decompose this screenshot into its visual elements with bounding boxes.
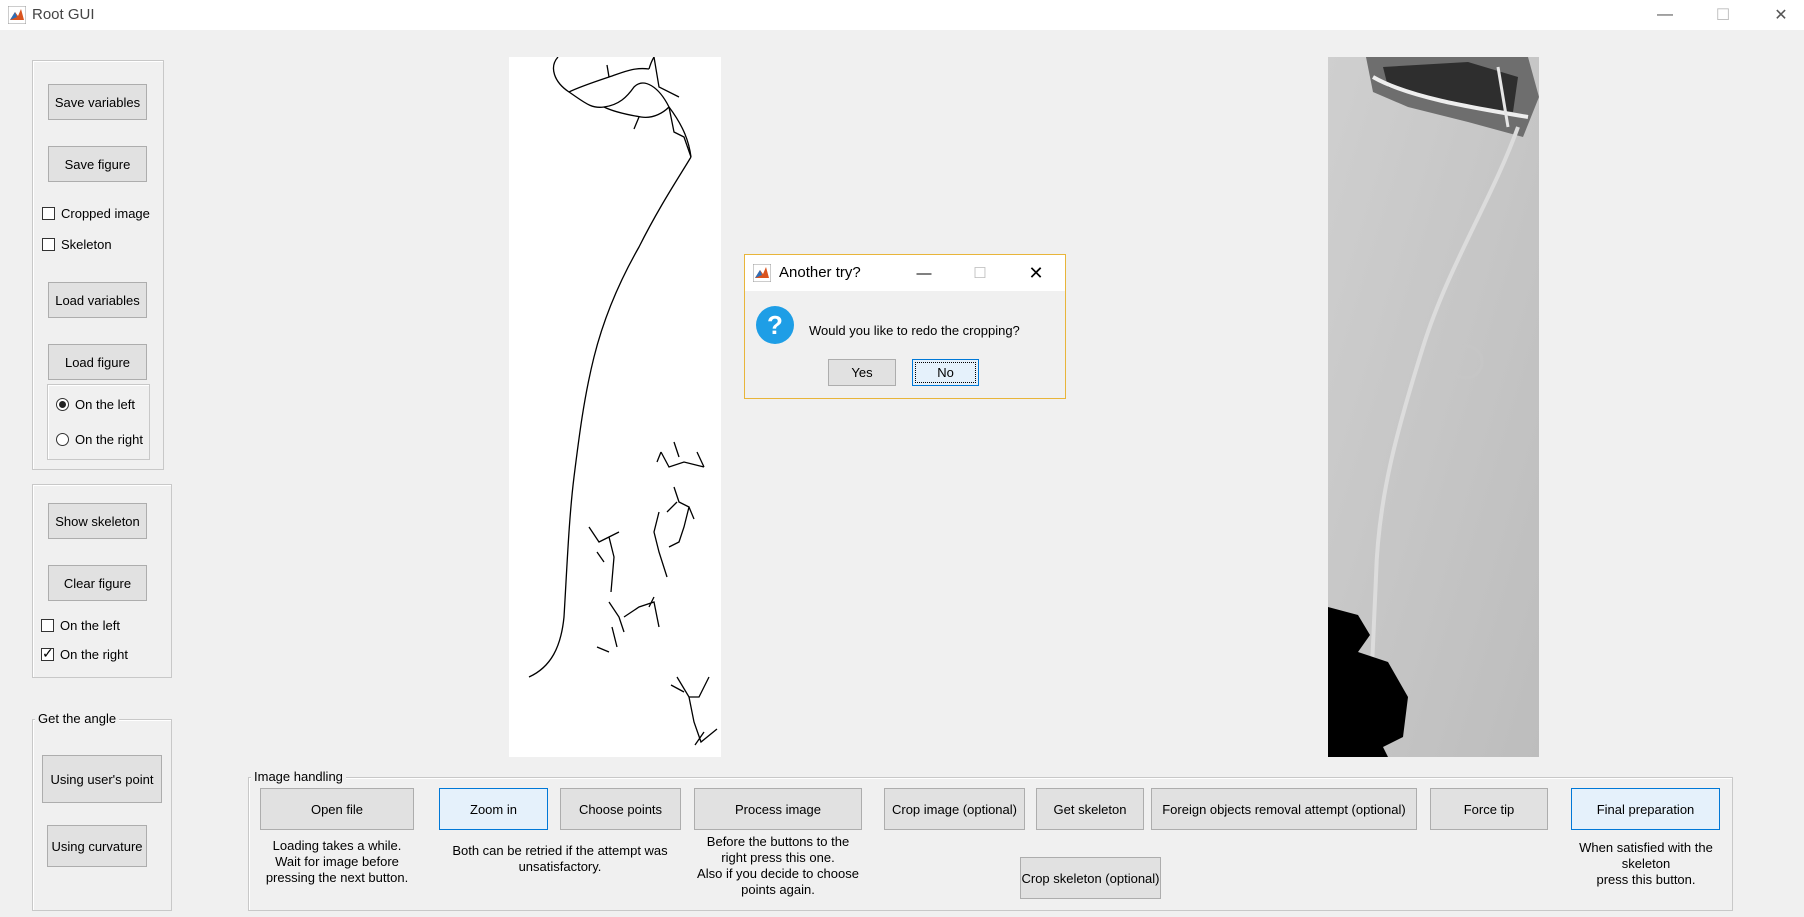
dialog-maximize-icon[interactable]: ☐ <box>965 260 995 286</box>
matlab-logo-icon <box>753 264 771 282</box>
open-file-help: Loading takes a while. Wait for image be… <box>265 838 409 885</box>
open-file-button[interactable]: Open file <box>260 788 414 830</box>
force-tip-button[interactable]: Force tip <box>1430 788 1548 830</box>
crop-image-button[interactable]: Crop image (optional) <box>884 788 1025 830</box>
load-on-the-left-label: On the left <box>75 397 135 412</box>
process-image-button[interactable]: Process image <box>694 788 862 830</box>
final-preparation-button[interactable]: Final preparation <box>1571 788 1720 830</box>
show-skeleton-button[interactable]: Show skeleton <box>48 503 147 539</box>
skeleton-image <box>509 57 721 757</box>
save-variables-button[interactable]: Save variables <box>48 84 147 120</box>
skeleton-label: Skeleton <box>61 237 112 252</box>
question-icon: ? <box>756 306 794 344</box>
cropped-image-label: Cropped image <box>61 206 150 221</box>
skeleton-checkbox[interactable] <box>42 238 55 251</box>
clear-figure-button[interactable]: Clear figure <box>48 565 147 601</box>
cropped-image-checkbox[interactable] <box>42 207 55 220</box>
dialog-close-icon[interactable]: ✕ <box>1021 260 1051 286</box>
save-figure-button[interactable]: Save figure <box>48 146 147 182</box>
close-icon[interactable]: ✕ <box>1758 0 1804 30</box>
using-curvature-button[interactable]: Using curvature <box>47 825 147 867</box>
dialog-title-bar: Another try? — ☐ ✕ <box>745 255 1065 291</box>
image-handling-title: Image handling <box>251 769 346 784</box>
show-on-the-left-label: On the left <box>60 618 120 633</box>
matlab-logo-icon <box>8 6 26 24</box>
another-try-dialog: Another try? — ☐ ✕ ? Would you like to r… <box>744 254 1066 399</box>
dialog-minimize-icon[interactable]: — <box>909 260 939 286</box>
svg-text:?: ? <box>767 310 783 340</box>
show-on-the-left-checkbox[interactable] <box>41 619 54 632</box>
foreign-objects-removal-button[interactable]: Foreign objects removal attempt (optiona… <box>1151 788 1417 830</box>
title-bar: Root GUI — ☐ ✕ <box>0 0 1804 30</box>
load-on-the-left-radio[interactable] <box>56 398 69 411</box>
final-preparation-help: When satisfied with the skeleton press t… <box>1579 840 1713 887</box>
show-on-the-right-checkbox[interactable] <box>41 645 54 662</box>
yes-button[interactable]: Yes <box>828 359 896 386</box>
using-users-point-button[interactable]: Using user's point <box>42 755 162 803</box>
dialog-title: Another try? <box>779 264 861 281</box>
load-figure-button[interactable]: Load figure <box>48 344 147 380</box>
get-skeleton-button[interactable]: Get skeleton <box>1036 788 1144 830</box>
dialog-message: Would you like to redo the cropping? <box>809 323 1020 338</box>
root-photo-image <box>1328 57 1539 757</box>
crop-skeleton-button[interactable]: Crop skeleton (optional) <box>1020 857 1161 899</box>
window-title: Root GUI <box>32 6 95 23</box>
load-on-the-right-label: On the right <box>75 432 143 447</box>
load-on-the-right-radio[interactable] <box>56 433 69 446</box>
load-variables-button[interactable]: Load variables <box>48 282 147 318</box>
maximize-icon[interactable]: ☐ <box>1700 0 1746 30</box>
zoom-in-button[interactable]: Zoom in <box>439 788 548 830</box>
load-side-group <box>47 384 150 460</box>
angle-panel <box>32 719 172 911</box>
show-on-the-right-label: On the right <box>60 647 128 662</box>
minimize-icon[interactable]: — <box>1642 0 1688 30</box>
no-button[interactable]: No <box>912 359 979 386</box>
process-image-help: Before the buttons to the right press th… <box>697 834 859 897</box>
zoom-choose-help: Both can be retried if the attempt was u… <box>452 843 668 874</box>
choose-points-button[interactable]: Choose points <box>560 788 681 830</box>
angle-panel-title: Get the angle <box>35 711 120 726</box>
